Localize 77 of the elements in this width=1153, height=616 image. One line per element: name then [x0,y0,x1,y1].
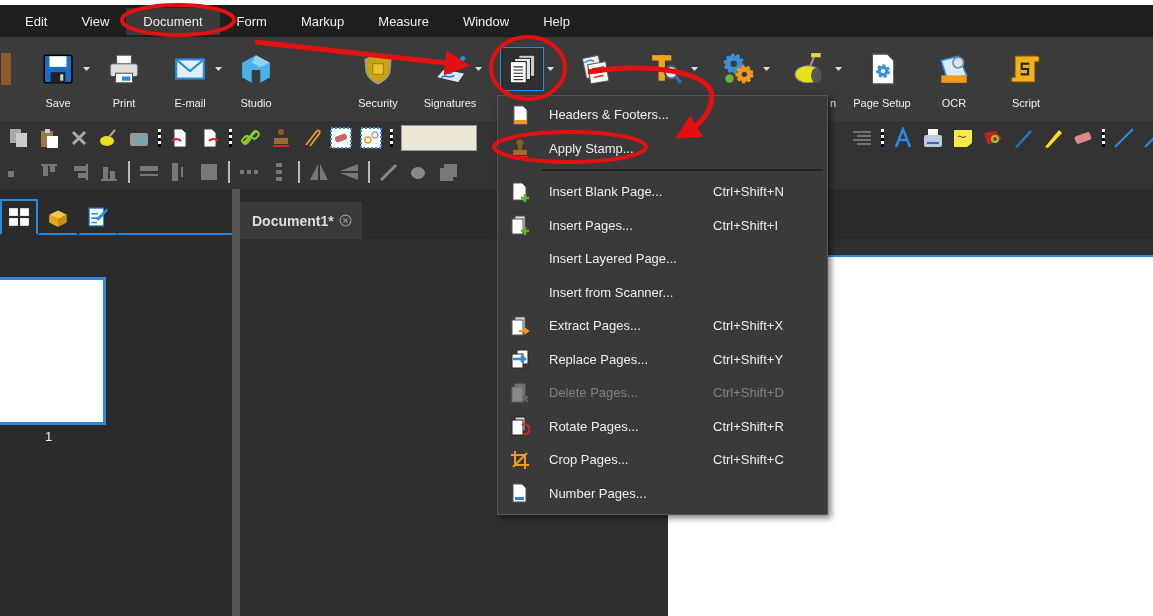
text-search-icon [649,52,683,86]
cube-icon [239,52,273,86]
toolbar-label: Print [112,97,136,109]
menu-item[interactable]: Insert from Scanner... [498,275,827,309]
toolbar-label: E-mail [174,97,206,109]
toolbar-label: n [829,97,836,109]
stamp-percent-icon[interactable] [360,127,382,149]
menu-item[interactable]: Form [219,7,284,35]
toolbar-label: Script [1011,97,1041,109]
page-numbers-icon [510,483,530,504]
menu-item[interactable]: Rotate Pages... Ctrl+Shift+R [498,409,827,443]
brush-icon[interactable] [378,161,400,183]
pen-icon[interactable] [1012,127,1034,149]
stamp-icon[interactable] [270,127,292,149]
menu-item[interactable]: Window [445,7,527,35]
menu-item[interactable]: Help [526,7,587,35]
toolbar-icon [1,52,11,86]
pages-delete-icon [510,382,530,403]
eraser-icon[interactable] [330,127,352,149]
caret-icon[interactable] [763,67,770,71]
page-add-icon [510,181,530,202]
typewriter-icon[interactable] [922,127,944,149]
menu-item[interactable]: Measure [361,7,446,35]
menu-item[interactable]: Markup [283,7,362,35]
text-icon[interactable] [892,127,914,149]
document-tab-title: Document1* [252,212,334,229]
menu-item[interactable]: View [64,7,127,35]
toolbar-label: Signatures [423,97,477,109]
toolbar-label: Page Setup [853,97,911,109]
sticky-note-icon[interactable] [952,127,974,149]
printer-icon [107,52,141,86]
pages-add-icon [510,215,530,236]
document-tab[interactable]: Document1* [240,202,362,239]
form-edit-icon [87,206,109,228]
gears-icon [721,52,755,86]
menu-item[interactable]: Replace Pages... Ctrl+Shift+Y [498,342,827,376]
pages-rotate-icon [510,416,530,437]
menu-item[interactable]: Insert Pages... Ctrl+Shift+I [498,208,827,242]
menu-item[interactable]: Insert Blank Page... Ctrl+Shift+N [498,175,827,209]
pages-export-icon [510,315,530,336]
copy-icon[interactable] [8,127,30,149]
line-icon[interactable] [1113,127,1135,149]
page-number: 1 [45,429,53,444]
menu-item[interactable]: Edit [8,7,65,35]
crop-icon [510,449,530,470]
menu-item[interactable]: Headers & Footers... [498,98,827,132]
ocr-icon [937,52,971,86]
menu-item[interactable]: Number Pages... [498,476,827,510]
toolbar-button[interactable] [500,47,544,91]
menu-item[interactable]: Extract Pages... Ctrl+Shift+X [498,309,827,343]
stamp-icon [510,138,530,159]
grid-icon [8,206,30,228]
caret-icon[interactable] [835,67,842,71]
toolbar-label: Studio [240,97,272,109]
menu-item[interactable]: Apply Stamp... [498,131,827,165]
pen-signature-icon [433,52,467,86]
toolbar-label: Save [45,97,71,109]
page-thumbnail[interactable] [0,277,106,425]
toolbar-label: OCR [941,97,967,109]
flip-vertical-icon[interactable] [338,161,360,183]
caret-icon[interactable] [547,67,554,71]
highlighter-icon[interactable] [1042,127,1064,149]
center-icon[interactable] [198,161,220,183]
toolbar-label: Security [358,97,398,109]
input-field[interactable] [401,125,477,151]
paste-icon[interactable] [38,127,60,149]
close-icon[interactable] [338,214,352,227]
caret-icon[interactable] [83,67,90,71]
menu-item[interactable]: Insert Layered Page... [498,242,827,276]
pages-swap-icon [510,349,530,370]
caret-icon[interactable] [215,67,222,71]
document-icon [510,104,530,125]
menu-item[interactable]: Crop Pages... Ctrl+Shift+C [498,443,827,477]
panel-tab[interactable] [0,199,38,235]
caret-icon[interactable] [691,67,698,71]
layers-icon[interactable] [438,161,460,183]
caret-icon[interactable] [475,67,482,71]
